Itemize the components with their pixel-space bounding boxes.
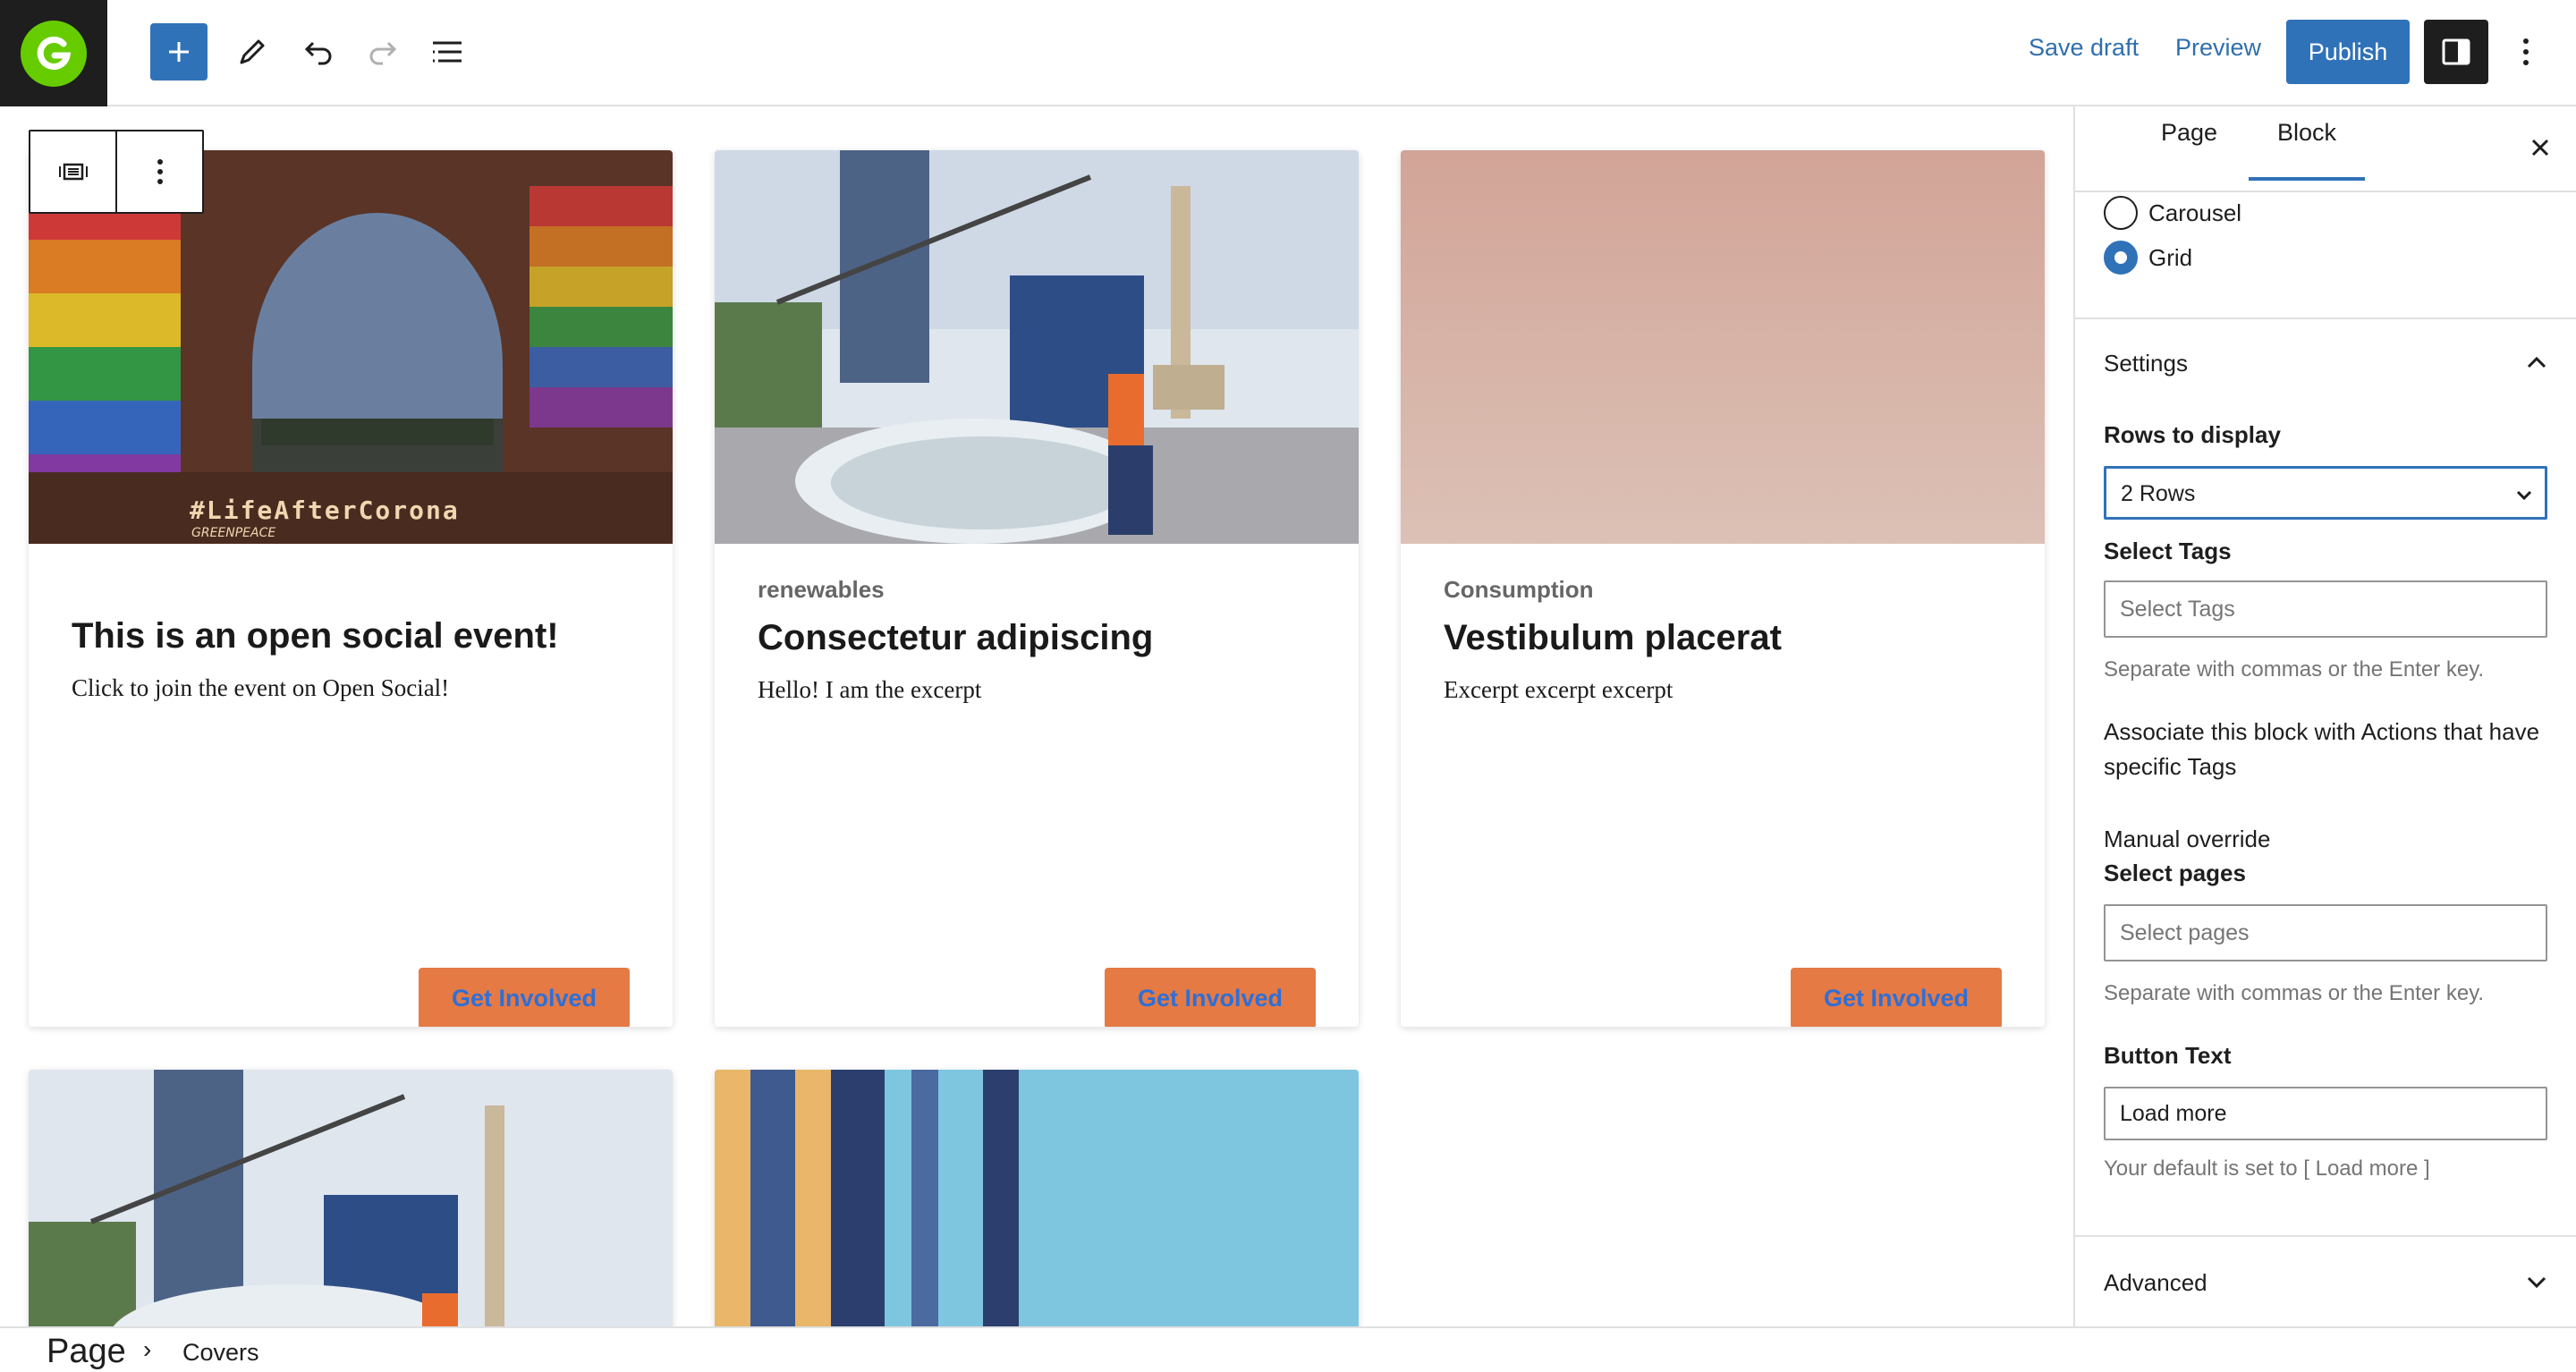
layout-option-carousel[interactable]: Carousel: [2104, 196, 2241, 230]
add-block-button[interactable]: [150, 23, 208, 80]
card-tag[interactable]: renewables: [758, 576, 1316, 603]
tab-page[interactable]: Page: [2161, 119, 2217, 170]
block-toolbar: [29, 130, 204, 214]
redo-button[interactable]: [354, 23, 411, 80]
pages-label: Select pages: [2104, 860, 2246, 886]
manual-override-label: Manual override: [2104, 826, 2271, 852]
document-overview-button[interactable]: [419, 23, 476, 80]
button-text-label: Button Text: [2104, 1042, 2232, 1069]
undo-icon: [304, 41, 332, 65]
pages-input[interactable]: Select pages: [2104, 904, 2547, 961]
sidebar-icon: [2442, 38, 2470, 65]
action-card[interactable]: #LifeAfterCorona GREENPEACE This is an o…: [29, 150, 673, 1027]
card-title[interactable]: This is an open social event!: [72, 615, 630, 656]
undo-button[interactable]: [290, 23, 347, 80]
divider: [2075, 318, 2576, 319]
publish-button[interactable]: Publish: [2286, 20, 2410, 84]
radio-button-checked[interactable]: [2104, 241, 2138, 275]
card-tag[interactable]: Consumption: [1444, 576, 2002, 603]
greenpeace-g-icon: [21, 20, 87, 87]
action-card[interactable]: Consumption Vestibulum placerat Excerpt …: [1401, 150, 2045, 1027]
kebab-icon: [2523, 38, 2529, 65]
button-text-input[interactable]: Load more: [2104, 1087, 2547, 1140]
card-excerpt: Excerpt excerpt excerpt: [1444, 676, 1674, 703]
chevron-up-icon: [2527, 356, 2546, 368]
block-options-button[interactable]: [115, 131, 202, 212]
close-icon: [2531, 139, 2549, 157]
options-menu-button[interactable]: [2504, 23, 2547, 80]
close-sidebar-button[interactable]: [2522, 130, 2558, 165]
rows-select[interactable]: 2 Rows: [2104, 466, 2547, 520]
card-image: [29, 1070, 673, 1326]
advanced-panel-title[interactable]: Advanced: [2104, 1269, 2207, 1297]
get-involved-button[interactable]: Get Involved: [419, 968, 630, 1027]
preview-button[interactable]: Preview: [2175, 34, 2261, 62]
tags-input[interactable]: Select Tags: [2104, 580, 2547, 638]
associate-description: Associate this block with Actions that h…: [2104, 718, 2540, 780]
card-excerpt: Click to join the event on Open Social!: [72, 674, 450, 701]
radio-label: Grid: [2148, 243, 2193, 271]
block-type-button[interactable]: [30, 131, 115, 212]
sidebar-tabs: Page Block: [2075, 106, 2576, 192]
card-title[interactable]: Vestibulum placerat: [1444, 617, 2002, 658]
action-card[interactable]: [715, 1070, 1359, 1326]
plus-icon: [169, 42, 189, 62]
kebab-icon: [157, 159, 163, 184]
breadcrumb-covers[interactable]: Covers: [182, 1339, 259, 1367]
settings-panel-toggle[interactable]: [2519, 344, 2555, 380]
block-breadcrumb: Page › Covers: [0, 1326, 2576, 1372]
pages-help: Separate with commas or the Enter key.: [2104, 981, 2485, 1005]
button-text-help: Your default is set to [ Load more ]: [2104, 1156, 2430, 1181]
layout-option-grid[interactable]: Grid: [2104, 241, 2192, 275]
get-involved-button[interactable]: Get Involved: [1105, 968, 1316, 1027]
chevron-right-icon: ›: [143, 1335, 152, 1363]
breadcrumb-page[interactable]: Page: [47, 1333, 126, 1371]
divider: [2075, 1235, 2576, 1237]
block-type-icon: [58, 163, 88, 181]
card-image: [715, 150, 1359, 544]
action-card[interactable]: renewables Consectetur adipiscing Hello!…: [715, 150, 1359, 1027]
site-logo-button[interactable]: [0, 0, 107, 106]
card-image-placeholder: [1401, 150, 2045, 544]
list-view-icon: [433, 41, 462, 63]
redo-icon: [369, 41, 397, 65]
rows-select-value: 2 Rows: [2121, 481, 2196, 506]
rows-label: Rows to display: [2104, 421, 2281, 448]
action-card[interactable]: [29, 1070, 673, 1326]
tools-button[interactable]: [224, 23, 281, 80]
image-caption: #LifeAfterCorona: [190, 495, 460, 525]
advanced-panel-toggle[interactable]: [2519, 1264, 2555, 1300]
settings-sidebar-toggle[interactable]: [2424, 20, 2488, 84]
editor-top-bar: Save draft Preview Publish: [0, 0, 2576, 106]
card-title[interactable]: Consectetur adipiscing: [758, 617, 1316, 658]
image-sub-caption: GREENPEACE: [191, 526, 276, 540]
get-involved-button[interactable]: Get Involved: [1791, 968, 2002, 1027]
radio-label: Carousel: [2148, 199, 2242, 226]
editor-canvas[interactable]: #LifeAfterCorona GREENPEACE This is an o…: [0, 106, 2073, 1326]
radio-button[interactable]: [2104, 196, 2138, 230]
chevron-down-icon: [2516, 490, 2532, 501]
tags-label: Select Tags: [2104, 538, 2232, 564]
tab-block[interactable]: Block: [2249, 119, 2365, 181]
tags-help: Separate with commas or the Enter key.: [2104, 657, 2485, 682]
settings-panel-title[interactable]: Settings: [2104, 350, 2188, 377]
pencil-icon: [240, 39, 265, 64]
card-excerpt: Hello! I am the excerpt: [758, 676, 982, 703]
chevron-down-icon: [2527, 1276, 2546, 1289]
settings-sidebar: Page Block Carousel Grid Settings Rows t…: [2073, 106, 2576, 1326]
save-draft-button[interactable]: Save draft: [2029, 34, 2139, 62]
card-image: [715, 1070, 1359, 1326]
